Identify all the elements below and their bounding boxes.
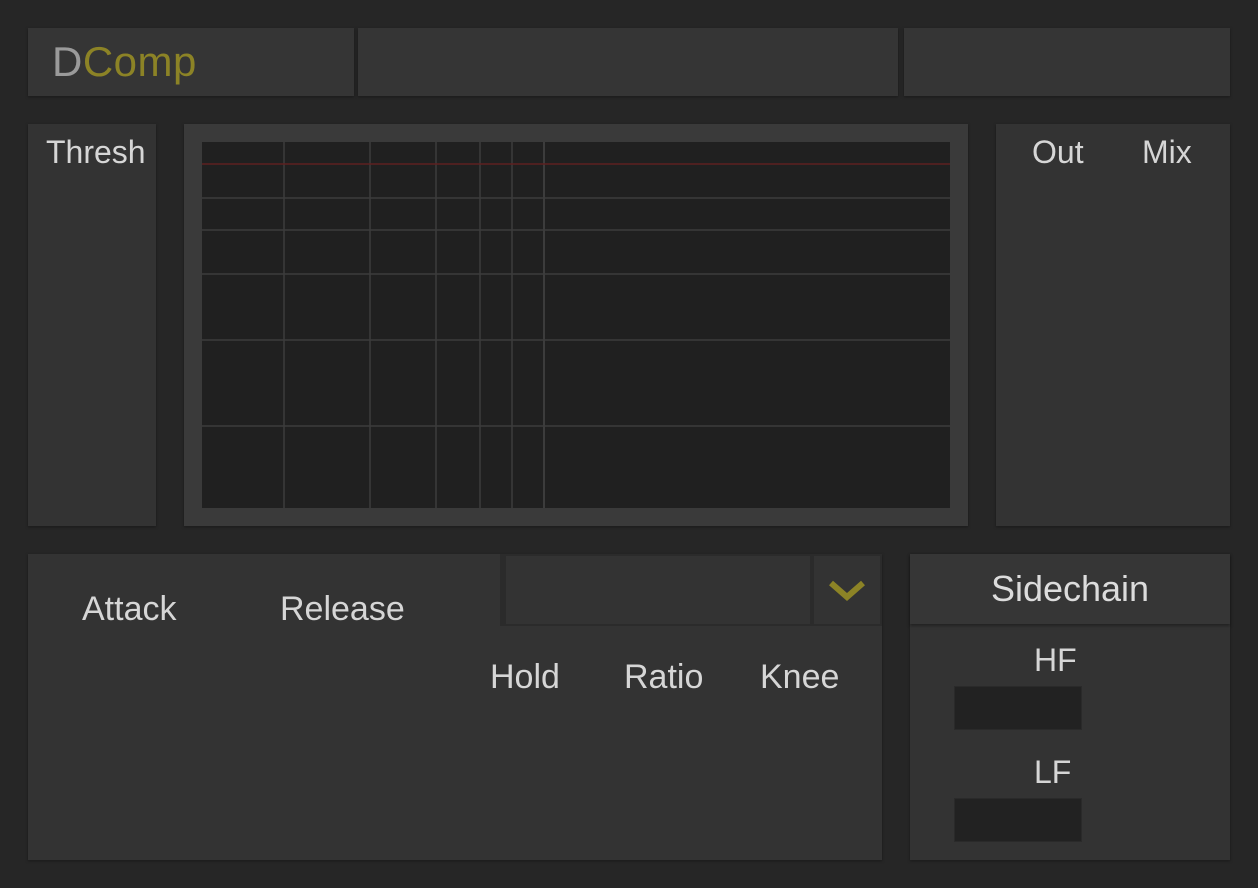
hold-label: Hold <box>490 658 560 696</box>
mix-label: Mix <box>1142 134 1192 170</box>
logo-panel: DComp <box>28 28 354 96</box>
out-label: Out <box>1032 134 1084 170</box>
knee-label: Knee <box>760 658 840 696</box>
logo-prefix: D <box>52 38 83 85</box>
graph-panel <box>184 124 968 526</box>
logo: DComp <box>52 38 197 86</box>
envelope-panel: Attack Release Hold Ratio Knee <box>28 554 882 860</box>
output-panel[interactable]: Out Mix <box>996 124 1230 526</box>
hf-field[interactable] <box>954 686 1082 730</box>
release-label: Release <box>280 590 405 628</box>
header-control[interactable] <box>904 28 1230 96</box>
compressor-graph[interactable] <box>202 142 950 508</box>
attack-label: Attack <box>82 590 177 628</box>
mode-select[interactable] <box>506 556 810 624</box>
ratio-label: Ratio <box>624 658 704 696</box>
lf-label: LF <box>1034 754 1072 790</box>
logo-suffix: Comp <box>82 38 197 85</box>
hf-label: HF <box>1034 642 1077 678</box>
preset-selector[interactable] <box>358 28 898 96</box>
mode-dropdown-button[interactable] <box>814 556 880 624</box>
lf-field[interactable] <box>954 798 1082 842</box>
sidechain-toggle[interactable]: Sidechain <box>910 554 1230 624</box>
graph-grid <box>202 142 950 508</box>
threshold-panel[interactable]: Thresh <box>28 124 156 526</box>
sidechain-title: Sidechain <box>990 568 1150 609</box>
sidechain-panel: Sidechain HF LF <box>910 554 1230 860</box>
chevron-down-icon <box>829 580 865 601</box>
threshold-label: Thresh <box>46 134 146 170</box>
